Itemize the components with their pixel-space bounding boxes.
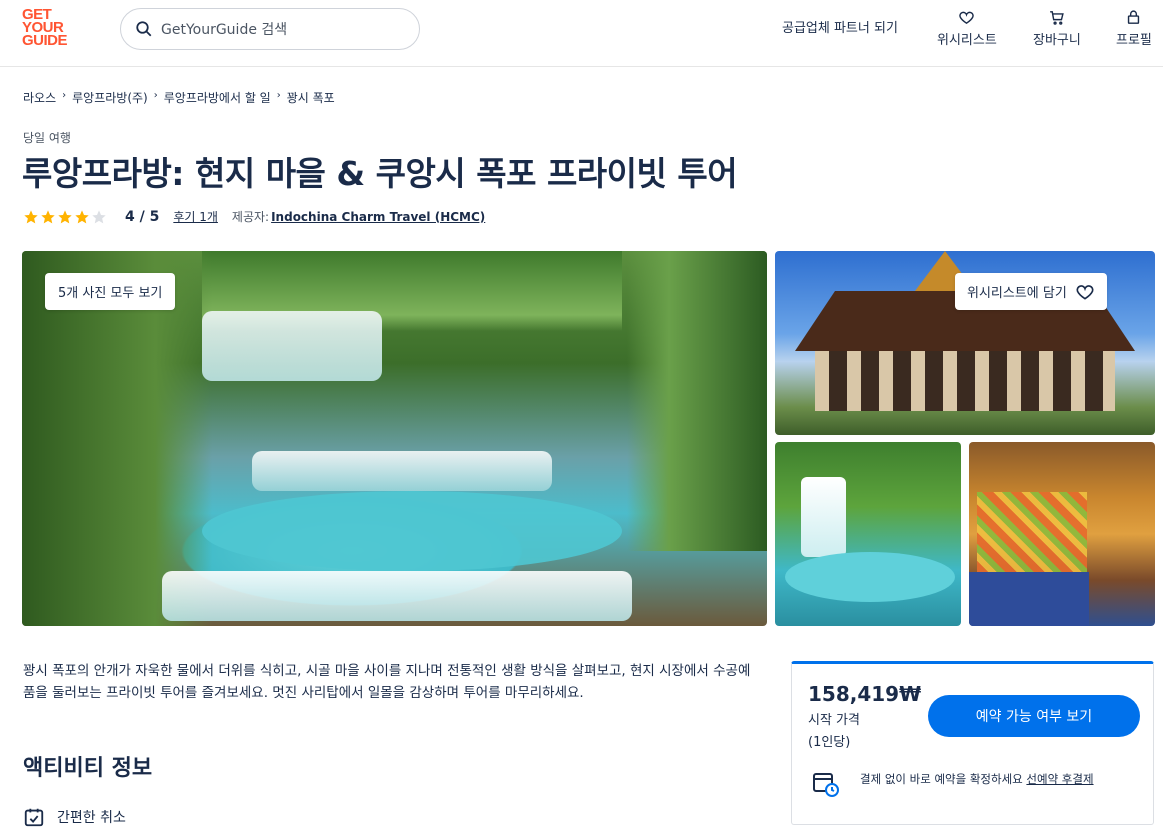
wishlist-label: 위시리스트 [937, 33, 997, 48]
calendar-clock-icon [813, 773, 839, 797]
free-cancellation-feature: 간편한 취소 [23, 806, 126, 828]
photo-detail [969, 572, 1089, 626]
waterfall-pool-photo[interactable] [775, 442, 961, 626]
breadcrumb: 라오스 › 루앙프라방(주) › 루앙프라방에서 할 일 › 꽝시 폭포 [23, 89, 335, 106]
breadcrumb-item[interactable]: 루앙프라방에서 할 일 [164, 89, 271, 106]
logo-line-3: GUIDE [22, 32, 68, 49]
market-photo[interactable] [969, 442, 1155, 626]
reviews-link[interactable]: 후기 1개 [173, 208, 218, 225]
chevron-right-icon: › [62, 90, 67, 101]
wishlist-nav[interactable]: 위시리스트 [937, 9, 997, 48]
provider-link[interactable]: Indochina Charm Travel (HCMC) [271, 210, 485, 224]
photo-detail [815, 351, 1115, 411]
profile-nav[interactable]: 프로필 [1116, 9, 1152, 48]
rating-value: 4 / 5 [125, 208, 160, 225]
chevron-right-icon: › [153, 90, 158, 101]
search-input[interactable]: GetYourGuide 검색 [120, 8, 420, 50]
category-label: 당일 여행 [23, 131, 71, 145]
profile-label: 프로필 [1116, 33, 1152, 48]
check-availability-button[interactable]: 예약 가능 여부 보기 [928, 695, 1140, 737]
calendar-check-icon [24, 808, 44, 827]
breadcrumb-item[interactable]: 라오스 [23, 89, 56, 106]
getyourguide-logo[interactable]: GET YOUR GUIDE [22, 7, 80, 52]
heart-icon [1076, 284, 1094, 300]
star-rating [23, 209, 107, 225]
activity-info-title: 액티비티 정보 [23, 756, 153, 781]
reserve-text: 결제 없이 바로 예약을 확정하세요 선예약 후결제 [860, 770, 1140, 788]
chevron-right-icon: › [276, 90, 281, 101]
see-all-photos-label: 5개 사진 모두 보기 [58, 286, 163, 301]
reserve-later-link[interactable]: 선예약 후결제 [1026, 772, 1093, 786]
breadcrumb-item[interactable]: 꽝시 폭포 [287, 89, 335, 106]
cart-nav[interactable]: 장바구니 [1033, 9, 1081, 48]
star-filled-icon [75, 209, 89, 223]
reserve-text-body: 결제 없이 바로 예약을 확정하세요 [860, 772, 1027, 786]
breadcrumb-item[interactable]: 루앙프라방(주) [72, 89, 148, 106]
photo-detail [627, 251, 767, 551]
price-from-label: 시작 가격 [808, 713, 860, 728]
photo-detail [162, 571, 632, 621]
photo-detail [977, 492, 1087, 572]
photo-detail [252, 451, 552, 491]
reserve-now-pay-later: 결제 없이 바로 예약을 확정하세요 선예약 후결제 [812, 770, 1140, 798]
price: 158,419₩ [808, 682, 922, 706]
booking-card: 158,419₩ 시작 가격 (1인당) 예약 가능 여부 보기 결제 없이 바… [791, 661, 1154, 825]
photo-detail [202, 311, 382, 381]
photo-detail [801, 477, 846, 557]
profile-icon [1128, 10, 1140, 24]
star-filled-icon [41, 209, 55, 223]
see-all-photos-button[interactable]: 5개 사진 모두 보기 [45, 273, 176, 310]
add-to-wishlist-button[interactable]: 위시리스트에 담기 [955, 273, 1107, 310]
partner-link[interactable]: 공급업체 파트너 되기 [782, 17, 898, 36]
star-filled-icon [24, 209, 38, 223]
heart-icon [959, 11, 975, 25]
search-placeholder: GetYourGuide 검색 [161, 22, 288, 38]
star-empty-icon [92, 209, 106, 223]
photo-detail [785, 552, 955, 602]
header: GET YOUR GUIDE GetYourGuide 검색 공급업체 파트너 … [0, 0, 1163, 67]
cart-label: 장바구니 [1033, 33, 1081, 48]
cart-icon [1050, 11, 1065, 25]
tour-description: 꽝시 폭포의 안개가 자욱한 물에서 더위를 식히고, 시골 마을 사이를 지나… [23, 663, 751, 701]
search-icon [136, 21, 152, 37]
price-per-label: (1인당) [808, 735, 851, 750]
rating-row: 4 / 5 후기 1개 제공자: Indochina Charm Travel … [23, 208, 485, 225]
add-to-wishlist-label: 위시리스트에 담기 [967, 286, 1067, 301]
provider-label: 제공자: [231, 210, 270, 224]
star-filled-icon [58, 209, 72, 223]
feature-label: 간편한 취소 [57, 810, 126, 826]
page-title: 루앙프라방: 현지 마을 & 쿠앙시 폭포 프라이빗 투어 [22, 154, 738, 193]
photo-detail [202, 491, 622, 571]
